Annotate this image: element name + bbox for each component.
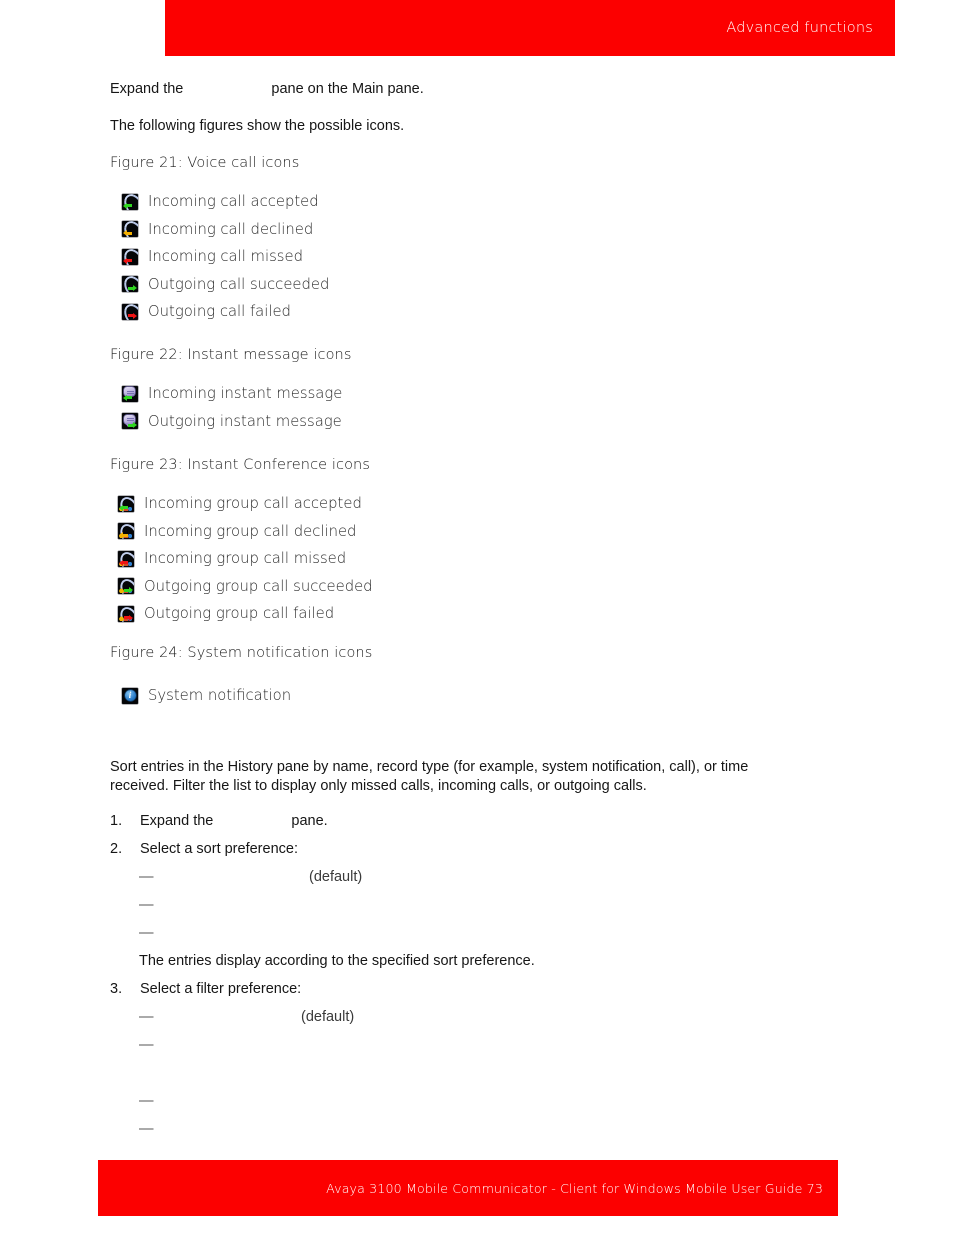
icon-row: Incoming call accepted	[122, 188, 329, 216]
icon-label: Incoming group call missed	[144, 550, 347, 568]
dash-marker: —	[139, 869, 154, 885]
figure-22-icon-list: Incoming instant message Outgoing instan…	[122, 380, 342, 435]
dash-marker: —	[139, 1121, 154, 1137]
outgoing-group-call-succeeded-icon	[118, 578, 134, 595]
dash-marker: —	[139, 1009, 154, 1025]
sort-option-2: —	[139, 897, 309, 913]
sort-option-1: — (default)	[139, 869, 362, 885]
icon-label: Outgoing call succeeded	[148, 275, 330, 293]
incoming-call-declined-icon	[122, 221, 138, 238]
header-banner: Advanced functions	[165, 0, 895, 56]
icon-row: Outgoing call succeeded	[122, 271, 329, 299]
step-2-text: Select a sort preference:	[140, 841, 298, 857]
icon-label: Incoming instant message	[148, 385, 343, 403]
sort-option-3: —	[139, 925, 309, 941]
step-3-text: Select a filter preference:	[140, 981, 302, 997]
procedure-step-1: 1. Expand the pane.	[110, 813, 328, 829]
procedure-intro-paragraph: Sort entries in the History pane by name…	[110, 759, 749, 794]
page-header-title: Advanced functions	[726, 20, 873, 36]
incoming-group-call-missed-icon	[118, 550, 134, 567]
intro-line-following-figures: The following figures show the possible …	[110, 118, 405, 134]
figure-21-icon-list: Incoming call accepted Incoming call dec…	[122, 188, 329, 326]
step-1-number: 1.	[110, 813, 123, 829]
filter-option-3: —	[139, 1093, 301, 1109]
icon-row: Incoming group call declined	[118, 518, 373, 546]
icon-row: Outgoing instant message	[122, 408, 342, 436]
icon-label: Incoming call missed	[148, 248, 303, 266]
filter-option-1: — (default)	[139, 1009, 354, 1025]
dash-marker: —	[139, 925, 154, 941]
icon-label: System notification	[148, 687, 292, 705]
icon-row: Incoming call missed	[122, 243, 329, 271]
icon-row: Incoming group call accepted	[118, 490, 373, 518]
icon-row: System notification	[122, 682, 291, 710]
icon-row: Incoming call declined	[122, 216, 329, 244]
sort-option-1-suffix: (default)	[309, 869, 363, 885]
outgoing-call-failed-icon	[122, 303, 138, 320]
figure-21-caption: Figure 21: Voice call icons	[110, 155, 300, 171]
step-1-text-after: pane.	[291, 813, 328, 829]
footer-banner: Avaya 3100 Mobile Communicator - Client …	[98, 1160, 838, 1216]
footer-document-title: Avaya 3100 Mobile Communicator - Client …	[326, 1181, 823, 1196]
icon-label: Incoming group call declined	[144, 522, 357, 540]
icon-label: Outgoing group call succeeded	[144, 577, 373, 595]
outgoing-group-call-failed-icon	[118, 605, 134, 622]
step-2-number: 2.	[110, 841, 123, 857]
incoming-group-call-declined-icon	[118, 523, 134, 540]
icon-label: Outgoing call failed	[148, 303, 291, 321]
filter-option-1-suffix: (default)	[301, 1009, 355, 1025]
procedure-step-3: 3. Select a filter preference:	[110, 981, 301, 997]
filter-option-4: —	[139, 1121, 301, 1137]
incoming-call-missed-icon	[122, 248, 138, 265]
figure-23-icon-list: Incoming group call accepted Incoming gr…	[118, 490, 373, 628]
icon-row: Outgoing call failed	[122, 298, 329, 326]
dash-marker: —	[139, 897, 154, 913]
icon-label: Incoming call declined	[148, 220, 314, 238]
figure-24-caption: Figure 24: System notification icons	[110, 645, 373, 661]
outgoing-instant-message-icon	[122, 413, 138, 430]
incoming-group-call-accepted-icon	[118, 495, 134, 512]
icon-row: Incoming group call missed	[118, 545, 373, 573]
icon-row: Incoming instant message	[122, 380, 342, 408]
icon-row: Outgoing group call succeeded	[118, 573, 373, 601]
figure-24-icon-list: System notification	[122, 682, 291, 710]
icon-label: Outgoing group call failed	[144, 605, 335, 623]
intro-line-expand-pane: Expand the pane on the Main pane.	[110, 80, 424, 99]
intro-line1-after: pane on the Main pane.	[271, 81, 424, 97]
icon-row: Outgoing group call failed	[118, 600, 373, 628]
outgoing-call-succeeded-icon	[122, 276, 138, 293]
icon-label: Incoming call accepted	[148, 193, 319, 211]
dash-marker: —	[139, 1093, 154, 1109]
incoming-call-accepted-icon	[122, 193, 138, 210]
procedure-step-2: 2. Select a sort preference:	[110, 841, 298, 857]
incoming-instant-message-icon	[122, 385, 138, 402]
figure-23-caption: Figure 23: Instant Conference icons	[110, 457, 370, 473]
filter-option-2: —	[139, 1037, 301, 1053]
dash-marker: —	[139, 1037, 154, 1053]
figure-22-caption: Figure 22: Instant message icons	[110, 347, 352, 363]
step-1-text-before: Expand the	[140, 813, 214, 829]
step-3-number: 3.	[110, 981, 123, 997]
icon-label: Incoming group call accepted	[144, 495, 362, 513]
system-notification-icon	[122, 687, 138, 704]
sort-result-note: The entries display according to the spe…	[139, 953, 535, 969]
icon-label: Outgoing instant message	[148, 412, 342, 430]
intro-line1-before: Expand the	[110, 81, 184, 97]
